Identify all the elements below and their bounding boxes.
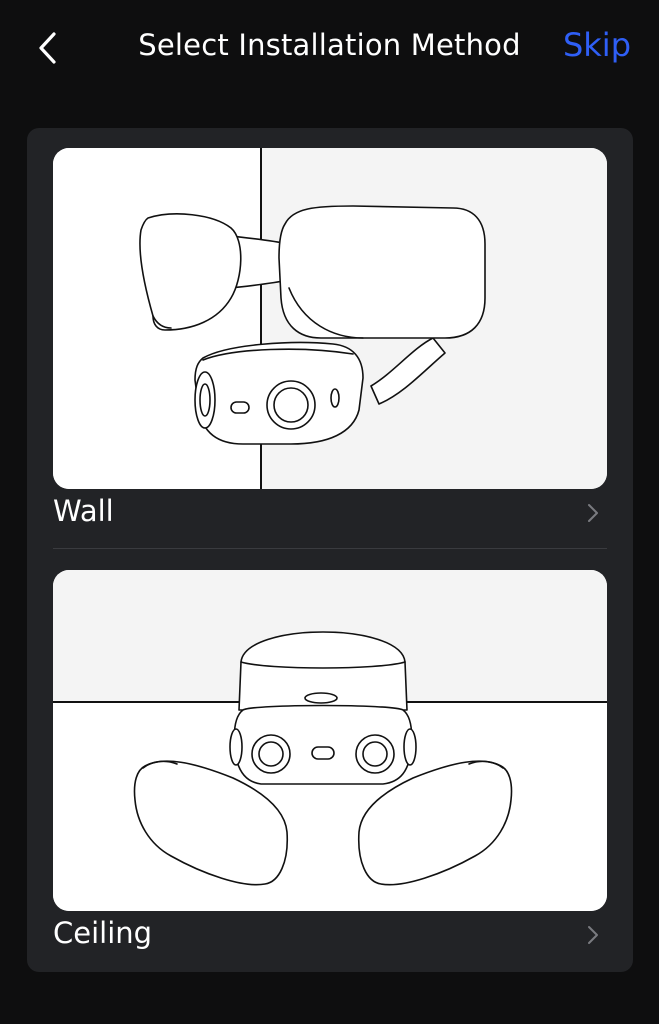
wall-mount-illustration (53, 148, 607, 489)
divider (53, 548, 607, 549)
page-title: Select Installation Method (138, 28, 521, 62)
skip-button[interactable]: Skip (563, 26, 631, 64)
option-label-ceiling: Ceiling (53, 916, 153, 950)
option-wall[interactable]: Wall (53, 148, 607, 529)
option-label-wall: Wall (53, 494, 114, 528)
chevron-right-icon (588, 504, 598, 522)
ceiling-mount-illustration (53, 570, 607, 911)
installation-options-card: Wall Ceiling (27, 128, 633, 972)
chevron-right-icon (588, 926, 598, 944)
option-ceiling[interactable]: Ceiling (53, 570, 607, 952)
header: Select Installation Method Skip (0, 0, 659, 96)
